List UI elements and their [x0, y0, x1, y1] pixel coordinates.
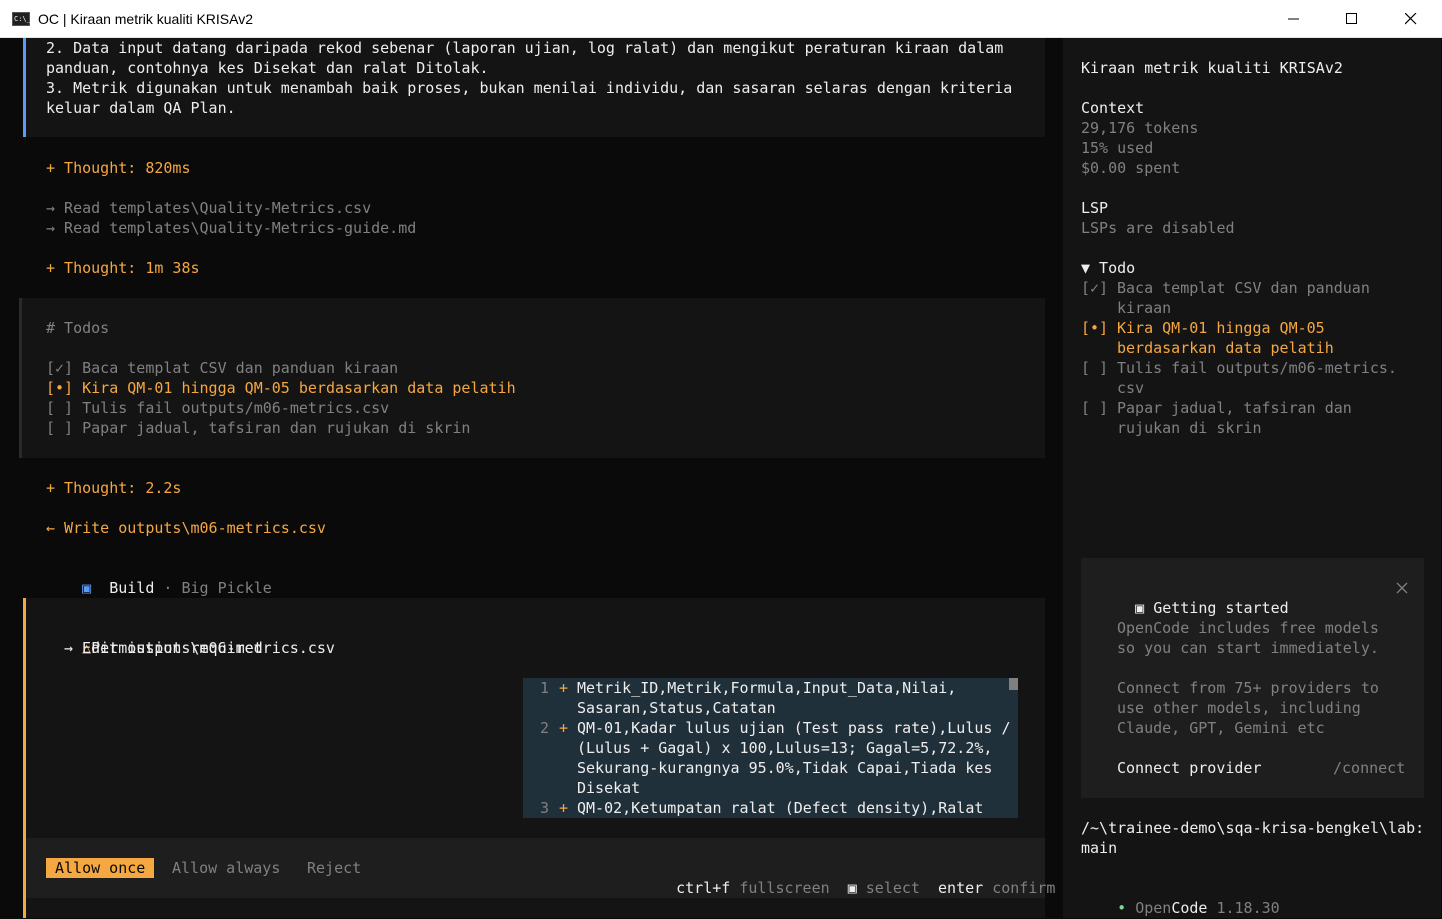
close-icon — [1396, 582, 1408, 594]
brand-open: Open — [1135, 899, 1172, 917]
version-number: 1.18.30 — [1216, 899, 1280, 917]
todo-item-pending: [ ] Papar jadual, tafsiran dan rujukan d… — [46, 419, 471, 437]
todo-section-toggle[interactable]: ▼ Todo — [1081, 258, 1135, 278]
sidebar-todo-text: Kira QM-01 hingga QM-05 — [1117, 319, 1325, 337]
diff-line-text: Disekat — [577, 779, 641, 797]
sidebar-todo-text: Tulis fail outputs/m06-metrics. — [1117, 359, 1397, 377]
select-hint: select — [865, 879, 920, 897]
status-dot-icon: • — [1117, 899, 1127, 917]
diff-line-text: (Lulus + Gagal) x 100,Lulus=13; Gagal=5,… — [577, 739, 993, 757]
getting-started-title: Getting started — [1153, 599, 1289, 617]
diff-scrollbar-track[interactable] — [1009, 678, 1018, 818]
enter-key: enter — [938, 879, 984, 897]
allow-once-button[interactable]: Allow once — [46, 858, 155, 878]
maximize-button[interactable] — [1323, 0, 1381, 38]
intro-line: 3. Metrik digunakan untuk menambah baik … — [46, 79, 1013, 97]
git-branch: main — [1081, 839, 1118, 857]
todo-item-active: [•] Kira QM-01 hingga QM-05 berdasarkan … — [46, 379, 516, 397]
maximize-icon — [1346, 13, 1357, 24]
sidebar-todo-text: kiraan — [1117, 299, 1172, 317]
context-tokens: 29,176 tokens — [1081, 119, 1199, 137]
minimize-icon — [1288, 18, 1299, 20]
read-tool-line: → Read templates\Quality-Metrics-guide.m… — [46, 219, 417, 237]
window-title: OC | Kiraan metrik kualiti KRISAv2 — [38, 11, 254, 27]
todos-header: # Todos — [46, 319, 110, 337]
thought-toggle[interactable]: + Thought: 2.2s — [46, 478, 181, 498]
connect-command: /connect — [1333, 759, 1406, 777]
getting-started-text: OpenCode includes free models — [1117, 619, 1379, 637]
working-directory: /~\trainee-demo\sqa-krisa-bengkel\lab: — [1081, 819, 1425, 837]
sidebar-todo-mark: [ ] — [1081, 359, 1109, 377]
context-used: 15% used — [1081, 139, 1154, 157]
sidebar-todo-text: rujukan di skrin — [1117, 419, 1262, 437]
lsp-status: LSPs are disabled — [1081, 219, 1235, 237]
thought-toggle[interactable]: + Thought: 1m 38s — [46, 258, 200, 278]
context-header: Context — [1081, 99, 1145, 117]
intro-line: 2. Data input datang daripada rekod sebe… — [46, 39, 1004, 57]
build-mode-label: Build — [109, 579, 155, 597]
getting-started-text: so you can start immediately. — [1117, 639, 1379, 657]
diff-line-text: Sasaran,Status,Catatan — [577, 699, 776, 717]
fullscreen-hint: fullscreen — [739, 879, 830, 897]
diff-line-number: 1 — [540, 679, 550, 697]
getting-started-close-button[interactable] — [1395, 581, 1409, 599]
terminal-area[interactable]: 2. Data input datang daripada rekod sebe… — [1, 38, 1441, 918]
getting-started-heading: ▣ Getting started — [1099, 578, 1289, 617]
getting-started-text: Connect from 75+ providers to — [1117, 679, 1379, 697]
lsp-header: LSP — [1081, 199, 1109, 217]
minimize-button[interactable] — [1265, 0, 1323, 38]
permission-action: → Edit outputs\m06-metrics.csv — [64, 639, 335, 657]
diff-line-text: QM-02,Ketumpatan ralat (Defect density),… — [577, 799, 984, 817]
sidebar-todo-text: Papar jadual, tafsiran dan — [1117, 399, 1352, 417]
terminal-app-icon: C:\_ — [12, 12, 31, 26]
todo-item-pending: [ ] Tulis fail outputs/m06-metrics.csv — [46, 399, 390, 417]
write-tool-line: ← Write outputs\m06-metrics.csv — [46, 519, 326, 537]
reject-button[interactable]: Reject — [307, 858, 361, 878]
session-title: Kiraan metrik kualiti KRISAv2 — [1081, 59, 1343, 77]
diff-line-number: 2 — [540, 719, 550, 737]
getting-started-text: Claude, GPT, Gemini etc — [1117, 719, 1325, 737]
keyboard-hints: ctrl+f fullscreen ▣ select enter confirm — [640, 858, 1055, 897]
sidebar-todo-text: Baca templat CSV dan panduan — [1117, 279, 1370, 297]
confirm-hint: confirm — [992, 879, 1056, 897]
todo-item-done: [✓] Baca templat CSV dan panduan kiraan — [46, 359, 399, 377]
thought-toggle[interactable]: + Thought: 820ms — [46, 158, 191, 178]
read-tool-line: → Read templates\Quality-Metrics.csv — [46, 199, 372, 217]
diff-line-text: Sekurang-kurangnya 95.0%,Tidak Capai,Tia… — [577, 759, 993, 777]
intro-line: panduan, contohnya kes Disekat dan ralat… — [46, 59, 489, 77]
getting-started-text: use other models, including — [1117, 699, 1361, 717]
title-bar: C:\_ OC | Kiraan metrik kualiti KRISAv2 — [0, 0, 1442, 38]
diff-line-number: 3 — [540, 799, 550, 817]
version-info: • OpenCode 1.18.30 — [1081, 878, 1280, 917]
sidebar-todo-text: berdasarkan data pelatih — [1117, 339, 1334, 357]
sidebar-todo-mark: [✓] — [1081, 279, 1109, 297]
context-spent: $0.00 spent — [1081, 159, 1181, 177]
getting-started-icon: ▣ — [1135, 599, 1145, 617]
diff-line-text: QM-01,Kadar lulus ujian (Test pass rate)… — [577, 719, 1011, 737]
diff-scrollbar-thumb[interactable] — [1009, 678, 1018, 690]
diff-added-marker: + — [559, 679, 569, 697]
sidebar-todo-text: csv — [1117, 379, 1145, 397]
select-key-icon: ▣ — [847, 879, 857, 897]
connect-provider-button[interactable]: Connect provider — [1117, 758, 1262, 778]
close-icon — [1405, 13, 1417, 25]
permission-heading: △Permission required — [46, 618, 263, 657]
allow-always-button[interactable]: Allow always — [172, 858, 280, 878]
build-mode-icon: ▣ — [82, 579, 92, 597]
diff-added-marker: + — [559, 719, 569, 737]
intro-line: keluar dalam QA Plan. — [46, 99, 236, 117]
diff-added-marker: + — [559, 799, 569, 817]
sidebar-todo-mark: [•] — [1081, 319, 1109, 337]
build-status: ▣ Build · Big Pickle — [46, 558, 272, 597]
sidebar-todo-mark: [ ] — [1081, 399, 1109, 417]
close-window-button[interactable] — [1382, 0, 1440, 38]
brand-code: Code — [1171, 899, 1208, 917]
diff-line-text: Metrik_ID,Metrik,Formula,Input_Data,Nila… — [577, 679, 957, 697]
fullscreen-key: ctrl+f — [676, 879, 731, 897]
build-model-name: Big Pickle — [181, 579, 272, 597]
